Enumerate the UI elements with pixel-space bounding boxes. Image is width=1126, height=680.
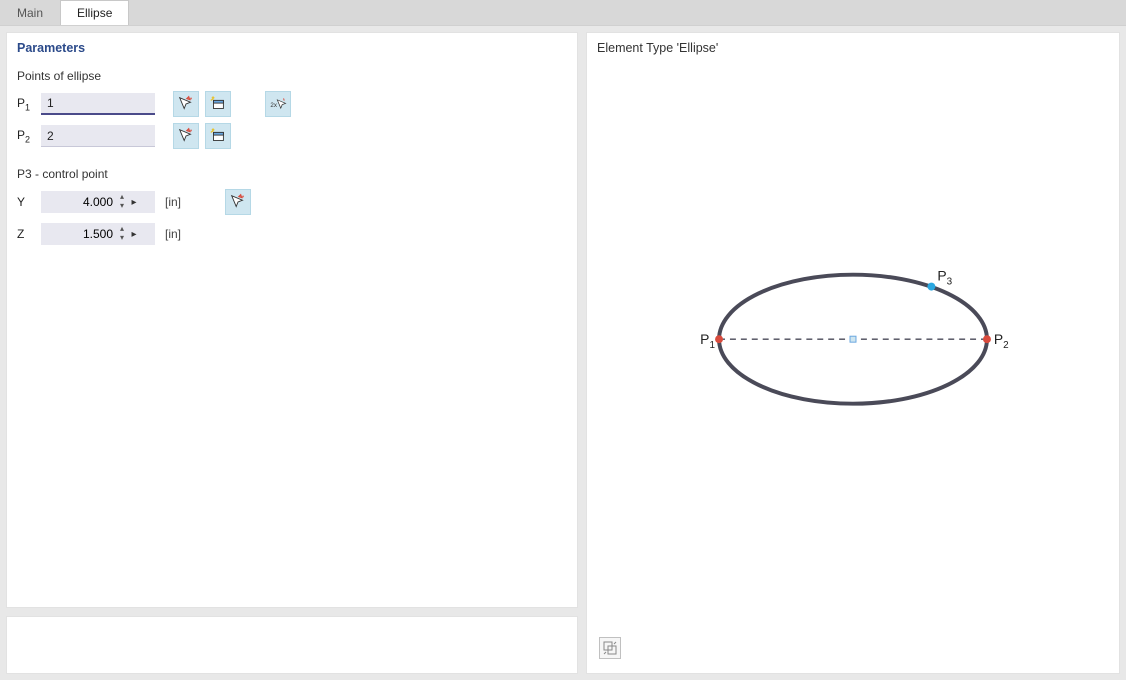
transform-icon[interactable] — [599, 637, 621, 659]
two-x-pick-icon[interactable]: 2x — [265, 91, 291, 117]
parameters-panel: Parameters Points of ellipse P1 2x — [6, 32, 578, 608]
control-heading: P3 - control point — [17, 167, 567, 181]
p2-label: P2 — [17, 128, 35, 144]
pick-cursor-icon[interactable] — [173, 123, 199, 149]
p3-point-label: P3 — [937, 268, 952, 288]
z-input[interactable] — [41, 227, 117, 241]
z-label: Z — [17, 227, 35, 241]
z-field-wrap: ▴▾ ▸ — [41, 223, 155, 245]
tab-ellipse[interactable]: Ellipse — [60, 0, 129, 25]
points-heading: Points of ellipse — [17, 69, 567, 83]
ellipse-diagram: P1 P2 P3 — [595, 63, 1111, 665]
point-p2 — [983, 335, 991, 343]
row-y: Y ▴▾ ▸ [in] — [17, 189, 567, 215]
point-p1 — [715, 335, 723, 343]
z-spinner[interactable]: ▴▾ — [117, 225, 127, 243]
row-p1: P1 2x — [17, 91, 567, 117]
p2-point-label: P2 — [994, 331, 1009, 351]
p1-input[interactable] — [41, 93, 155, 115]
pick-cursor-icon[interactable] — [173, 91, 199, 117]
center-marker — [850, 336, 856, 342]
preview-title: Element Type 'Ellipse' — [597, 41, 1109, 55]
row-p2: P2 — [17, 123, 567, 149]
parameters-title: Parameters — [17, 41, 567, 55]
row-z: Z ▴▾ ▸ [in] — [17, 221, 567, 247]
y-dropdown-icon[interactable]: ▸ — [127, 197, 141, 208]
p2-input[interactable] — [41, 125, 155, 147]
tab-main[interactable]: Main — [0, 0, 60, 25]
point-p3 — [927, 283, 935, 291]
bottom-panel — [6, 616, 578, 674]
new-window-icon[interactable] — [205, 91, 231, 117]
preview-panel: Element Type 'Ellipse' P1 P2 P3 — [586, 32, 1120, 674]
y-spinner[interactable]: ▴▾ — [117, 193, 127, 211]
tab-bar: Main Ellipse — [0, 0, 1126, 26]
y-label: Y — [17, 195, 35, 209]
new-window-icon[interactable] — [205, 123, 231, 149]
p1-point-label: P1 — [700, 331, 715, 351]
p1-label: P1 — [17, 96, 35, 112]
z-dropdown-icon[interactable]: ▸ — [127, 229, 141, 240]
pick-cursor-icon[interactable] — [225, 189, 251, 215]
content-area: Parameters Points of ellipse P1 2x — [0, 26, 1126, 680]
left-column: Parameters Points of ellipse P1 2x — [6, 32, 578, 674]
y-input[interactable] — [41, 195, 117, 209]
y-unit-label: [in] — [165, 195, 181, 209]
y-field-wrap: ▴▾ ▸ — [41, 191, 155, 213]
svg-text:2x: 2x — [270, 102, 277, 109]
z-unit-label: [in] — [165, 227, 181, 241]
